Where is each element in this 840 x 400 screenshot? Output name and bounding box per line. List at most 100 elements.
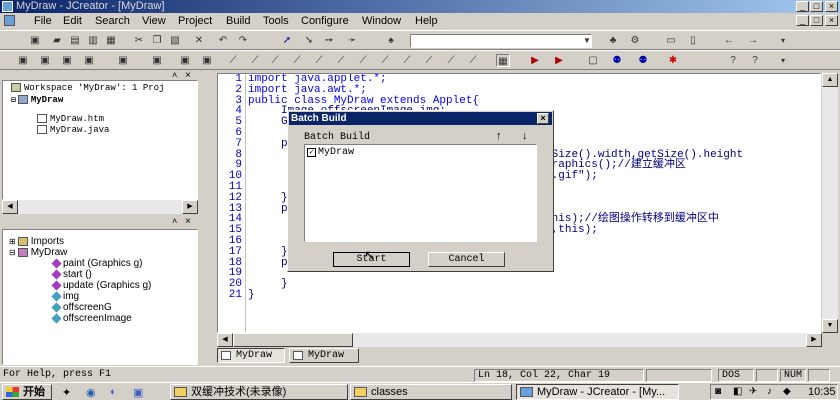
toggle-11-icon[interactable]: ⟋ (444, 54, 458, 67)
project-list-item[interactable]: ✓ MyDraw (307, 147, 354, 158)
menu-configure[interactable]: Configure (301, 14, 349, 28)
quicklaunch-media-icon[interactable]: ◐ (110, 386, 117, 398)
redo-icon[interactable]: ↷ (236, 34, 250, 47)
scroll-left-button[interactable]: ◀ (2, 200, 18, 214)
workspace-hscroll[interactable]: ◀ ▶ (2, 200, 198, 214)
batch-build-icon[interactable]: ▦ (496, 54, 510, 67)
classview-pin-icon[interactable]: ˄ (172, 216, 177, 226)
search-input[interactable] (410, 34, 592, 48)
close-button[interactable]: × (825, 1, 838, 12)
debug-icon[interactable]: ⚉ (610, 54, 624, 67)
file-item[interactable]: MyDraw.java (37, 125, 109, 136)
tree-node-member[interactable]: offscreenImage (51, 313, 132, 324)
undo-icon[interactable]: ↶ (216, 34, 230, 47)
tree-node-member[interactable]: paint (Graphics g) (51, 258, 142, 269)
tray-ime-icon[interactable]: ◧ (733, 386, 742, 397)
pane-pin-icon[interactable]: ˄ (172, 70, 177, 80)
context-help-icon[interactable]: ? (748, 54, 762, 67)
menu-search[interactable]: Search (95, 14, 130, 28)
window-layout-5-icon[interactable]: ▣ (116, 54, 130, 67)
clear-bookmarks-icon[interactable]: ➛ (345, 34, 359, 47)
window-layout-7-icon[interactable]: ▣ (178, 54, 192, 67)
next-bookmark-icon[interactable]: ➘ (302, 34, 316, 47)
toggle-4-icon[interactable]: ⟋ (290, 54, 304, 67)
mdi-close-button[interactable]: × (825, 15, 838, 26)
delete-icon[interactable]: ✕ (192, 34, 206, 47)
tray-antivirus-icon[interactable]: ✈ (749, 386, 757, 397)
tray-app-icon[interactable]: ◆ (783, 386, 791, 397)
move-down-icon[interactable]: ↓ (522, 130, 528, 142)
output-window-icon[interactable]: ▭ (664, 34, 678, 47)
editor-hscroll[interactable]: ◀ ▶ (217, 333, 822, 347)
paste-icon[interactable]: ▧ (168, 34, 182, 47)
window-layout-4-icon[interactable]: ▣ (82, 54, 96, 67)
print-icon[interactable]: ▦ (104, 34, 118, 47)
scroll-up-button[interactable]: ▲ (822, 73, 838, 87)
tab-mydraw-htm[interactable]: MyDraw (289, 348, 359, 363)
maximize-button[interactable]: □ (810, 1, 823, 12)
toggle-7-icon[interactable]: ⟋ (356, 54, 370, 67)
tray-network-icon[interactable]: ◙ (715, 386, 721, 397)
hscroll-right-button[interactable]: ▶ (806, 333, 822, 347)
toggle-3-icon[interactable]: ⟋ (268, 54, 282, 67)
forward-arrow-icon[interactable]: → (746, 34, 760, 47)
start-menu-button[interactable]: 开始 (2, 384, 52, 400)
task-jcreator[interactable]: MyDraw - JCreator - [My... (516, 384, 679, 400)
window-layout-1-icon[interactable]: ▣ (16, 54, 30, 67)
new-file-icon[interactable]: ▣ (28, 34, 42, 47)
bookmark-icon[interactable]: ➚ (280, 34, 294, 47)
window-layout-2-icon[interactable]: ▣ (38, 54, 52, 67)
dialog-close-button[interactable]: × (537, 113, 549, 124)
task-folder-1[interactable]: 双缓冲技术(未录像) (170, 384, 348, 400)
editor-vscroll[interactable]: ▲ ▼ (822, 73, 838, 333)
find-icon[interactable]: ♠ (384, 34, 398, 47)
compile-icon[interactable]: ▶ (528, 54, 542, 67)
window-layout-3-icon[interactable]: ▣ (60, 54, 74, 67)
scroll-right-button[interactable]: ▶ (182, 200, 198, 214)
find-in-files-icon[interactable]: ♣ (606, 34, 620, 47)
run-project-icon[interactable]: ⚉ (636, 54, 650, 67)
chevron-down-icon[interactable]: ▼ (580, 34, 594, 47)
menu-window[interactable]: Window (362, 14, 401, 28)
window-layout-6-icon[interactable]: ▣ (150, 54, 164, 67)
toggle-2-icon[interactable]: ⟋ (248, 54, 262, 67)
toggle-9-icon[interactable]: ⟋ (400, 54, 414, 67)
stop-icon[interactable]: ✱ (666, 54, 680, 67)
document-icon[interactable] (4, 15, 15, 26)
workspace-window-icon[interactable]: ▯ (686, 34, 700, 47)
quicklaunch-explorer-icon[interactable]: ✦ (62, 386, 71, 399)
tray-volume-icon[interactable]: ♪ (767, 386, 772, 397)
project-checkbox[interactable]: ✓ (307, 148, 316, 157)
toggle-1-icon[interactable]: ⟋ (226, 54, 240, 67)
execute-icon[interactable]: ▢ (586, 54, 600, 67)
tree-node-imports[interactable]: ⊞ Imports (9, 236, 64, 247)
help-icon[interactable]: ? (726, 54, 740, 67)
cut-icon[interactable]: ✂ (132, 34, 146, 47)
window-layout-8-icon[interactable]: ▣ (200, 54, 214, 67)
toggle-8-icon[interactable]: ⟋ (378, 54, 392, 67)
collapse-icon[interactable]: ⊟ (9, 248, 16, 257)
toggle-12-icon[interactable]: ⟋ (466, 54, 480, 67)
copy-icon[interactable]: ❐ (150, 34, 164, 47)
tab-mydraw-java[interactable]: MyDraw (217, 348, 285, 363)
collapse-icon[interactable]: ⊟ (11, 96, 16, 105)
build-icon[interactable]: ▶ (552, 54, 566, 67)
task-folder-2[interactable]: classes (350, 384, 512, 400)
mdi-restore-button[interactable]: □ (810, 15, 823, 26)
toggle-5-icon[interactable]: ⟋ (312, 54, 326, 67)
menu-file[interactable]: File (34, 14, 52, 28)
tree-node-member[interactable]: img (51, 291, 79, 302)
menu-edit[interactable]: Edit (63, 14, 82, 28)
save-icon[interactable]: ▤ (68, 34, 82, 47)
menu-tools[interactable]: Tools (263, 14, 289, 28)
mdi-minimize-button[interactable]: _ (796, 15, 809, 26)
save-all-icon[interactable]: ▥ (86, 34, 100, 47)
toolbar-options-icon[interactable]: ▾ (776, 34, 790, 47)
menu-build[interactable]: Build (226, 14, 250, 28)
classview-close-icon[interactable]: × (185, 216, 191, 227)
tree-node-member[interactable]: offscreenG (51, 302, 112, 313)
tree-node-member[interactable]: start () (51, 269, 92, 280)
quicklaunch-ie-icon[interactable]: ◉ (86, 386, 96, 399)
toggle-10-icon[interactable]: ⟋ (422, 54, 436, 67)
toolbar2-options-icon[interactable]: ▾ (776, 54, 790, 67)
